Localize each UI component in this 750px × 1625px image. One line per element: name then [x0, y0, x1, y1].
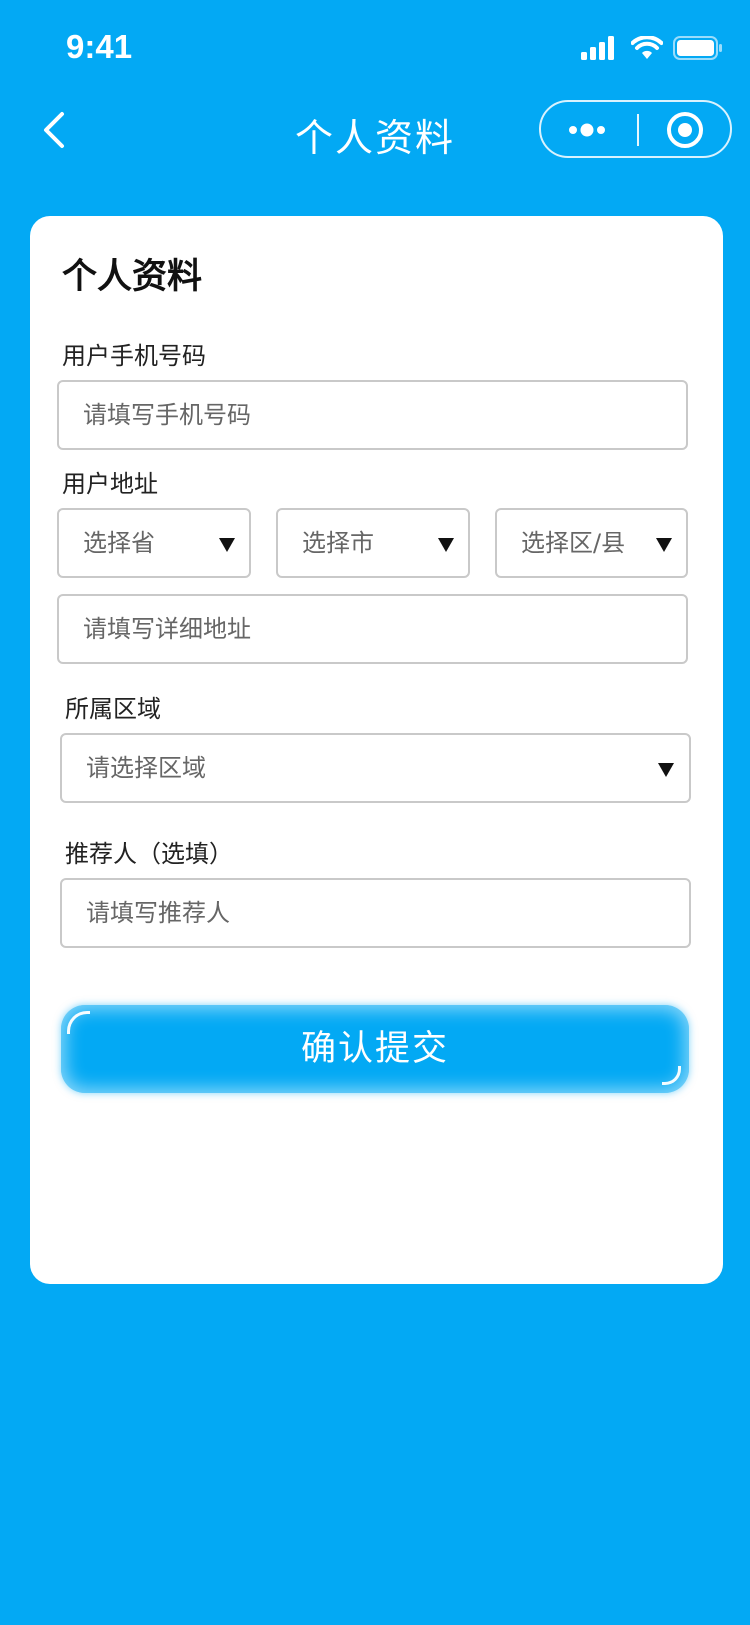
referrer-input[interactable]: 请填写推荐人 — [60, 878, 691, 948]
phone-placeholder: 请填写手机号码 — [83, 401, 251, 429]
wifi-icon — [631, 36, 663, 59]
region-placeholder: 请选择区域 — [86, 754, 206, 782]
signal-icon — [581, 36, 614, 60]
phone-label: 用户手机号码 — [62, 342, 206, 370]
button-gloss-top-left — [67, 1011, 90, 1034]
submit-label: 确认提交 — [300, 1029, 449, 1069]
caret-down-icon — [656, 538, 672, 552]
province-placeholder: 选择省 — [83, 529, 155, 557]
close-button[interactable] — [639, 102, 732, 158]
referrer-label: 推荐人（选填） — [65, 840, 233, 868]
mini-program-capsule — [539, 100, 732, 158]
submit-button[interactable]: 确认提交 — [61, 1005, 689, 1093]
phone-input[interactable]: 请填写手机号码 — [57, 380, 688, 450]
address-detail-placeholder: 请填写详细地址 — [83, 615, 251, 643]
caret-down-icon — [219, 538, 235, 552]
caret-down-icon — [438, 538, 454, 552]
district-select[interactable]: 选择区/县 — [495, 508, 688, 578]
profile-card: 个人资料 用户手机号码 请填写手机号码 用户地址 选择省 选择市 选择区/县 请… — [30, 216, 723, 1284]
status-time: 9:41 — [66, 28, 133, 65]
address-detail-input[interactable]: 请填写详细地址 — [57, 594, 688, 664]
caret-down-icon — [658, 763, 674, 777]
region-label: 所属区域 — [65, 695, 161, 723]
province-select[interactable]: 选择省 — [57, 508, 251, 578]
address-label: 用户地址 — [62, 470, 158, 498]
region-select[interactable]: 请选择区域 — [60, 733, 691, 803]
more-dots-icon — [569, 123, 605, 137]
battery-icon — [673, 36, 722, 60]
more-button[interactable] — [541, 102, 637, 158]
target-close-icon — [667, 112, 703, 148]
district-placeholder: 选择区/县 — [521, 529, 626, 557]
button-gloss-bottom-right — [662, 1066, 681, 1085]
status-bar: 9:41 — [0, 0, 750, 96]
referrer-placeholder: 请填写推荐人 — [86, 899, 230, 927]
card-title: 个人资料 — [62, 257, 203, 297]
city-placeholder: 选择市 — [302, 529, 374, 557]
city-select[interactable]: 选择市 — [276, 508, 470, 578]
